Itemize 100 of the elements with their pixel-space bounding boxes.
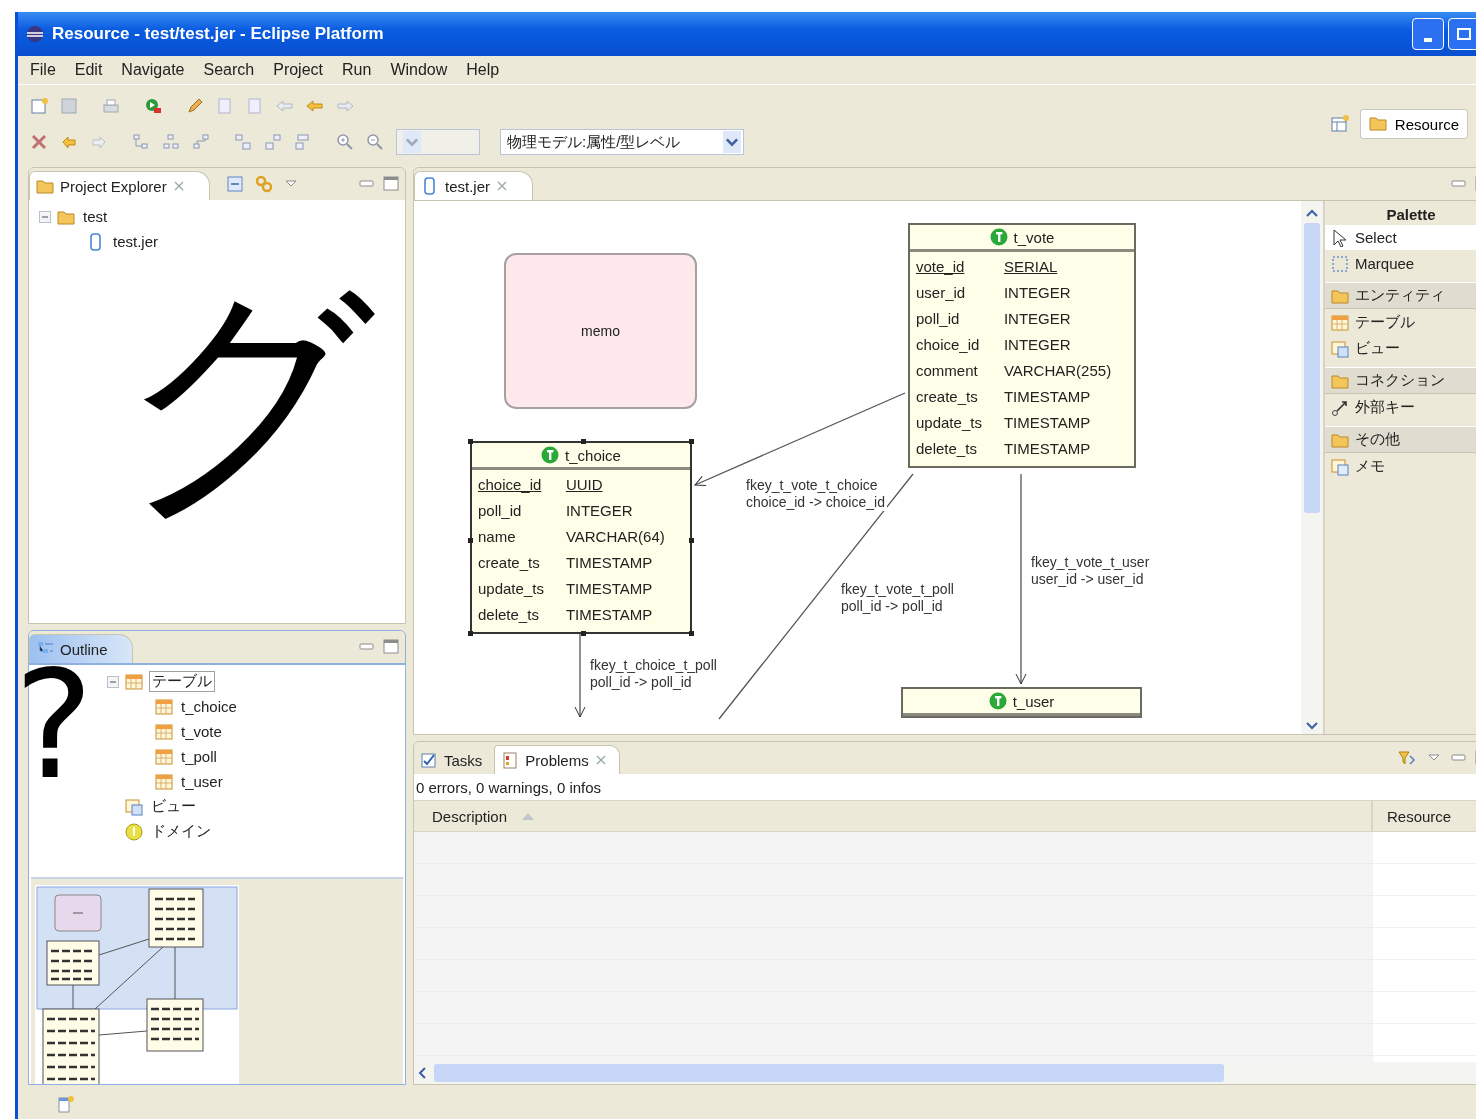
maximize-button[interactable] — [1448, 18, 1476, 50]
entity-table[interactable]: t_choice choice_id UUID poll_id INTEGER name VARCHAR(64) create_ts TIMESTAMP update_ts TIMESTAMP delete_ts TIMESTAMP — [470, 441, 692, 634]
resize-handle[interactable] — [468, 631, 473, 636]
close-icon[interactable] — [496, 180, 508, 192]
menu-item[interactable]: Help — [466, 61, 500, 79]
resize-handle[interactable] — [689, 631, 694, 636]
tree-item[interactable]: t_choice — [179, 698, 239, 715]
resize-handle[interactable] — [689, 537, 694, 543]
print-icon[interactable] — [102, 97, 120, 115]
align-icon[interactable] — [234, 133, 252, 151]
open-perspective-icon[interactable] — [1329, 114, 1350, 134]
view-tab[interactable]: Project Explorer — [29, 171, 210, 200]
menu-item[interactable]: Window — [390, 61, 448, 79]
fast-view-icon[interactable] — [56, 1094, 76, 1114]
view-tab[interactable]: Problems — [494, 745, 620, 774]
tasks-icon — [420, 751, 438, 769]
minimize-icon[interactable] — [1451, 178, 1467, 190]
collapse-icon[interactable] — [107, 675, 119, 688]
palette-tool[interactable]: 外部キー — [1325, 395, 1476, 420]
domain-icon — [125, 822, 143, 841]
filter-icon[interactable] — [1397, 748, 1417, 768]
collapse-all-icon[interactable] — [225, 175, 244, 193]
palette-tool[interactable]: テーブル — [1325, 310, 1476, 335]
tree-item[interactable]: t_user — [179, 773, 225, 790]
horizontal-scrollbar[interactable] — [414, 1062, 1476, 1084]
tree-item[interactable]: test.jer — [111, 233, 160, 250]
entity-table[interactable]: t_vote vote_id SERIAL user_id INTEGER poll_id INTEGER choice_id INTEGER comment VARCHAR(255) create_ts TIMESTAMP update_ts TIMESTAMP delete_ts TIMESTAMP — [908, 223, 1136, 468]
column-type: INTEGER — [1003, 283, 1072, 303]
align-icon[interactable] — [294, 133, 312, 151]
minimize-icon[interactable] — [1451, 752, 1467, 764]
relation-name: fkey_t_choice_t_poll — [590, 657, 717, 674]
link-icon[interactable] — [253, 174, 274, 194]
column-type: TIMESTAMP — [1003, 439, 1092, 459]
maximize-icon[interactable] — [383, 176, 399, 192]
resize-handle[interactable] — [581, 439, 586, 444]
menu-item[interactable]: Navigate — [121, 61, 185, 79]
column-type: TIMESTAMP — [565, 605, 654, 625]
view-tab[interactable]: Tasks — [414, 746, 495, 774]
delete-icon[interactable] — [30, 133, 48, 151]
tree-item[interactable]: ドメイン — [149, 822, 213, 841]
view-mode-dropdown[interactable]: 物理モデル:属性/型レベル — [500, 129, 744, 155]
relation-line[interactable] — [574, 631, 586, 718]
tree-item[interactable]: t_poll — [179, 748, 219, 765]
layout-icon[interactable] — [162, 133, 180, 151]
column-name: choice_id — [478, 475, 543, 495]
entity-table[interactable]: t_user — [901, 687, 1142, 718]
tree-item[interactable]: t_vote — [179, 723, 224, 740]
minimize-button[interactable] — [1412, 18, 1444, 50]
column-type: UUID — [565, 475, 604, 495]
run-icon[interactable] — [144, 97, 162, 115]
tree-item[interactable]: テーブル — [149, 671, 215, 692]
palette-tool[interactable]: ビュー — [1325, 336, 1476, 361]
zoom-in-icon[interactable] — [336, 133, 354, 151]
column-header[interactable]: Resource — [1373, 801, 1476, 831]
save-icon[interactable] — [60, 97, 78, 115]
view-menu-icon[interactable] — [1427, 753, 1441, 763]
menu-item[interactable]: Run — [342, 61, 372, 79]
layout-icon[interactable] — [192, 133, 210, 151]
view-tab[interactable]: test.jer — [414, 171, 533, 200]
menu-item[interactable]: File — [30, 61, 56, 79]
layout-icon[interactable] — [132, 133, 150, 151]
close-icon[interactable] — [172, 180, 185, 192]
resource-perspective-button[interactable]: Resource — [1359, 109, 1468, 139]
new-file-icon[interactable] — [30, 97, 48, 115]
page-icon[interactable] — [216, 97, 234, 115]
tree-item[interactable]: ビュー — [149, 797, 198, 816]
back-arrow-icon[interactable] — [306, 97, 324, 115]
menu-item[interactable]: Edit — [74, 61, 103, 79]
collapse-icon[interactable] — [39, 210, 51, 223]
align-icon[interactable] — [264, 133, 282, 151]
memo-icon — [1331, 457, 1351, 476]
resize-handle[interactable] — [581, 631, 586, 636]
tree-item[interactable]: test — [81, 208, 110, 225]
view-menu-icon[interactable] — [283, 179, 298, 189]
memo-note[interactable]: memo — [504, 253, 697, 409]
resize-handle[interactable] — [689, 439, 694, 444]
scroll-thumb[interactable] — [1304, 223, 1320, 513]
maximize-icon[interactable] — [383, 639, 399, 655]
menu-item[interactable]: Project — [273, 61, 323, 79]
resize-handle[interactable] — [468, 439, 473, 444]
resize-handle[interactable] — [468, 537, 473, 543]
zoom-out-icon[interactable] — [366, 133, 384, 151]
palette-tool[interactable]: Marquee — [1325, 251, 1476, 276]
minimize-icon[interactable] — [359, 641, 375, 653]
pencil-icon[interactable] — [186, 97, 204, 115]
close-icon[interactable] — [594, 754, 607, 766]
palette-tool[interactable]: Select — [1325, 225, 1476, 250]
column-type: TIMESTAMP — [1003, 387, 1092, 407]
problems-summary: 0 errors, 0 warnings, 0 infos — [414, 774, 1476, 800]
palette-drawer[interactable]: エンティティ — [1325, 282, 1476, 309]
relation-mapping: user_id -> user_id — [1031, 571, 1145, 588]
page-icon[interactable] — [246, 97, 264, 115]
palette-tool[interactable]: メモ — [1325, 454, 1476, 479]
palette-drawer[interactable]: コネクション — [1325, 367, 1476, 394]
scroll-thumb[interactable] — [434, 1064, 1224, 1082]
vertical-scrollbar[interactable] — [1301, 201, 1323, 734]
palette-drawer[interactable]: その他 — [1325, 426, 1476, 453]
minimize-icon[interactable] — [359, 178, 375, 190]
table-name: t_user — [1012, 692, 1055, 710]
menu-item[interactable]: Search — [203, 61, 255, 79]
